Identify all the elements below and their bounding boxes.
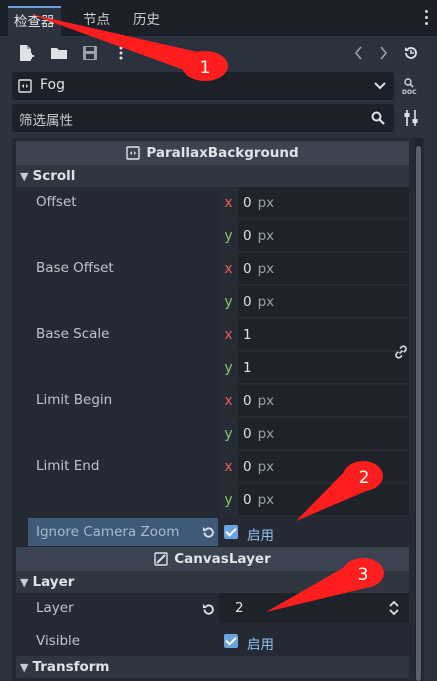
annotation-number-2: 2	[359, 468, 370, 488]
annotation-arrow-2: 2	[296, 461, 383, 521]
annotation-arrow-3: 3	[266, 558, 384, 612]
annotation-arrow-1: 1	[30, 14, 228, 81]
annotation-number-3: 3	[358, 565, 369, 585]
annotation-number-1: 1	[200, 58, 211, 78]
annotation-overlay: 1 2 3	[30, 14, 384, 612]
